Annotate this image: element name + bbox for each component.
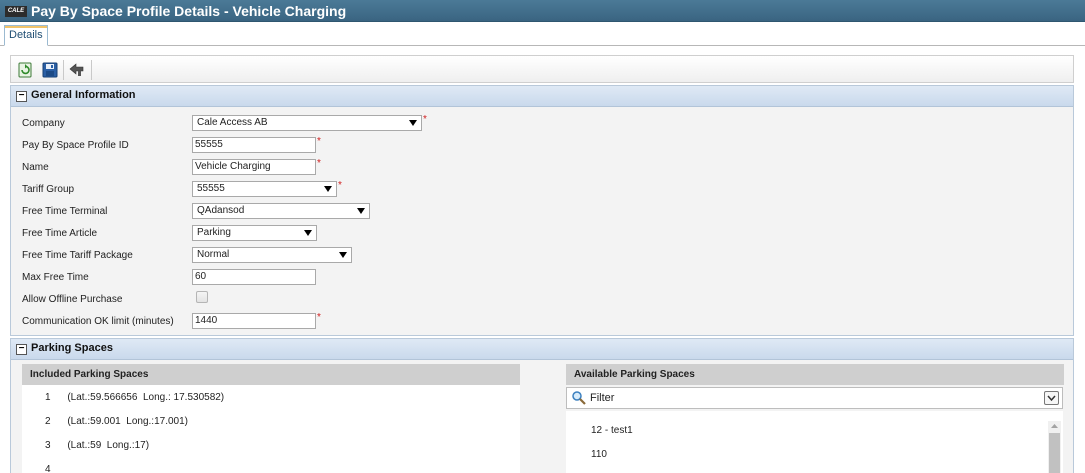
free-time-tariff-package-value: Normal [197, 249, 230, 260]
parking-spaces-header: − Parking Spaces [11, 339, 1073, 360]
back-icon[interactable] [68, 61, 86, 79]
general-information-header: − General Information [11, 86, 1073, 107]
save-icon[interactable] [41, 61, 59, 79]
free-time-terminal-value: QAdansod [197, 205, 245, 216]
list-item[interactable]: 3 (Lat.:59 Long.:17) [45, 440, 149, 451]
free-time-article-label: Free Time Article [22, 228, 98, 239]
allow-offline-purchase-label: Allow Offline Purchase [22, 294, 123, 305]
available-parking-header: Available Parking Spaces [566, 364, 1064, 385]
max-free-time-row: Max Free Time 60 [22, 269, 1062, 285]
toolbar-separator [63, 60, 64, 80]
free-time-tariff-package-label: Free Time Tariff Package [22, 250, 133, 261]
free-time-terminal-select[interactable]: QAdansod [192, 203, 370, 219]
company-value: Cale Access AB [197, 117, 268, 128]
search-icon [571, 390, 587, 409]
parking-spaces-panel: − Parking Spaces Included Parking Spaces… [10, 338, 1074, 473]
free-time-terminal-row: Free Time Terminal QAdansod [22, 203, 1062, 219]
name-field[interactable]: Vehicle Charging [192, 159, 316, 175]
toolbar [10, 55, 1074, 83]
tab-details[interactable]: Details [4, 25, 48, 46]
included-parking-list[interactable]: 1 (Lat.:59.566656 Long.: 17.530582) 2 (L… [22, 385, 520, 473]
tab-strip: Details [0, 22, 1085, 46]
required-marker: * [317, 158, 321, 169]
filter-dropdown-button[interactable] [1044, 391, 1059, 405]
required-marker: * [317, 136, 321, 147]
list-item[interactable]: 12 - test1 [591, 425, 633, 436]
comm-ok-limit-label: Communication OK limit (minutes) [22, 316, 174, 327]
list-item[interactable]: 2 (Lat.:59.001 Long.:17.001) [45, 416, 188, 427]
parking-spaces-title: Parking Spaces [31, 342, 113, 354]
tariff-group-value: 55555 [197, 183, 225, 194]
comm-ok-limit-field[interactable]: 1440 [192, 313, 316, 329]
general-information-title: General Information [31, 89, 136, 101]
profile-id-label: Pay By Space Profile ID [22, 140, 129, 151]
profile-id-row: Pay By Space Profile ID 55555 * [22, 136, 1062, 153]
general-information-panel: − General Information Company Cale Acces… [10, 85, 1074, 336]
scroll-thumb[interactable] [1049, 433, 1060, 473]
free-time-article-value: Parking [197, 227, 231, 238]
available-scrollbar[interactable] [1048, 421, 1061, 473]
required-marker: * [338, 180, 342, 191]
filter-box[interactable]: Filter [566, 387, 1063, 409]
collapse-general-icon[interactable]: − [16, 91, 27, 102]
item-number: 2 [45, 416, 51, 427]
collapse-parking-icon[interactable]: − [16, 344, 27, 355]
max-free-time-field[interactable]: 60 [192, 269, 316, 285]
chevron-down-icon [1047, 395, 1056, 402]
required-marker: * [423, 114, 427, 125]
chevron-down-icon [357, 208, 365, 214]
tariff-group-select[interactable]: 55555 [192, 181, 337, 197]
item-coordinates: (Lat.:59.566656 Long.: 17.530582) [67, 392, 225, 403]
required-marker: * [317, 312, 321, 323]
list-item[interactable]: 110 [591, 449, 607, 460]
company-row: Company Cale Access AB * [22, 114, 1062, 131]
company-select[interactable]: Cale Access AB [192, 115, 422, 131]
free-time-tariff-package-row: Free Time Tariff Package Normal [22, 247, 1062, 263]
free-time-terminal-label: Free Time Terminal [22, 206, 108, 217]
profile-id-field[interactable]: 55555 [192, 137, 316, 153]
name-row: Name Vehicle Charging * [22, 158, 1062, 175]
comm-ok-limit-row: Communication OK limit (minutes) 1440 * [22, 312, 1062, 329]
item-number: 3 [45, 440, 51, 451]
free-time-article-row: Free Time Article Parking [22, 225, 1062, 241]
name-label: Name [22, 162, 49, 173]
list-item[interactable]: 1 (Lat.:59.566656 Long.: 17.530582) [45, 392, 224, 403]
refresh-save-icon[interactable] [16, 61, 34, 79]
tariff-group-label: Tariff Group [22, 184, 75, 195]
page-title: Pay By Space Profile Details - Vehicle C… [31, 3, 347, 19]
list-item[interactable]: 4 [45, 464, 65, 473]
cale-logo: CALE [5, 6, 27, 17]
scroll-up-icon[interactable] [1048, 421, 1061, 431]
company-label: Company [22, 118, 65, 129]
free-time-tariff-package-select[interactable]: Normal [192, 247, 352, 263]
toolbar-separator [91, 60, 92, 80]
filter-label: Filter [590, 392, 615, 404]
tariff-group-row: Tariff Group 55555 * [22, 180, 1062, 197]
allow-offline-purchase-row: Allow Offline Purchase [22, 291, 1062, 307]
max-free-time-label: Max Free Time [22, 272, 89, 283]
item-coordinates: (Lat.:59 Long.:17) [67, 440, 150, 451]
allow-offline-purchase-checkbox[interactable] [196, 291, 208, 303]
chevron-down-icon [339, 252, 347, 258]
title-bar: CALE Pay By Space Profile Details - Vehi… [0, 0, 1085, 22]
included-parking-header: Included Parking Spaces [22, 364, 520, 385]
free-time-article-select[interactable]: Parking [192, 225, 317, 241]
item-coordinates: (Lat.:59.001 Long.:17.001) [67, 416, 188, 427]
item-number: 1 [45, 392, 51, 403]
chevron-down-icon [409, 120, 417, 126]
chevron-down-icon [304, 230, 312, 236]
available-parking-list[interactable]: 12 - test1 110 [566, 411, 1063, 473]
item-number: 4 [45, 464, 51, 473]
chevron-down-icon [324, 186, 332, 192]
